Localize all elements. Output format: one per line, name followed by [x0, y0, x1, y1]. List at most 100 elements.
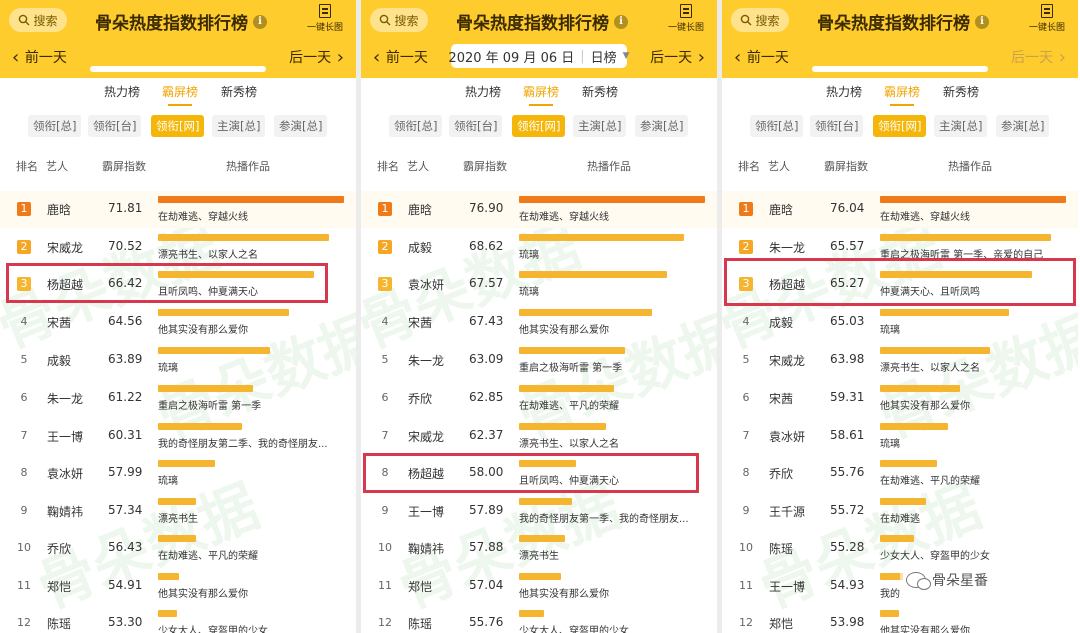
prev-day-button[interactable]: ‹ 前一天	[373, 47, 428, 68]
filter-chip-0[interactable]: 领衔[总]	[750, 115, 804, 137]
table-row[interactable]: 12 陈瑶 53.30 少女大人、穿盔甲的少女	[0, 605, 356, 633]
next-day-button[interactable]: 后一天 ›	[650, 47, 705, 68]
info-icon[interactable]: i	[253, 14, 267, 29]
artist-name[interactable]: 鹿晗	[47, 201, 71, 218]
table-row[interactable]: 6 乔欣 62.85 在劫难逃、平凡的荣耀	[361, 380, 717, 417]
table-row[interactable]: 7 王一博 60.31 我的奇怪朋友第二季、我的奇怪朋友...	[0, 418, 356, 455]
artist-name[interactable]: 王一博	[408, 503, 444, 520]
tab-1[interactable]: 霸屏榜	[523, 84, 559, 110]
filter-chip-2[interactable]: 领衔[网]	[873, 115, 927, 137]
artist-name[interactable]: 袁冰妍	[408, 276, 444, 293]
artist-name[interactable]: 郑恺	[408, 578, 432, 595]
table-row[interactable]: 6 宋茜 59.31 他其实没有那么爱你	[722, 380, 1078, 417]
filter-chip-3[interactable]: 主演[总]	[573, 115, 627, 137]
artist-name[interactable]: 王一博	[769, 578, 805, 595]
artist-name[interactable]: 朱一龙	[769, 239, 805, 256]
info-icon[interactable]: i	[975, 14, 989, 29]
filter-chip-1[interactable]: 领衔[台]	[88, 115, 142, 137]
table-row[interactable]: 6 朱一龙 61.22 重启之极海听雷 第一季	[0, 380, 356, 417]
filter-chip-4[interactable]: 参演[总]	[996, 115, 1050, 137]
tab-1[interactable]: 霸屏榜	[884, 84, 920, 110]
filter-chip-4[interactable]: 参演[总]	[635, 115, 689, 137]
artist-name[interactable]: 鹿晗	[769, 201, 793, 218]
artist-name[interactable]: 朱一龙	[47, 390, 83, 407]
table-row[interactable]: 5 宋威龙 63.98 漂亮书生、以家人之名	[722, 342, 1078, 379]
table-row[interactable]: 2 成毅 68.62 琉璃	[361, 229, 717, 266]
artist-name[interactable]: 乔欣	[769, 465, 793, 482]
filter-chip-0[interactable]: 领衔[总]	[28, 115, 82, 137]
table-row[interactable]: 10 鞠婧祎 57.88 漂亮书生	[361, 530, 717, 567]
date-picker[interactable]	[90, 66, 266, 72]
filter-chip-0[interactable]: 领衔[总]	[389, 115, 443, 137]
search-button[interactable]: 搜索	[731, 8, 789, 32]
artist-name[interactable]: 郑恺	[47, 578, 71, 595]
artist-name[interactable]: 成毅	[408, 239, 432, 256]
info-icon[interactable]: i	[614, 14, 628, 29]
table-row[interactable]: 10 乔欣 56.43 在劫难逃、平凡的荣耀	[0, 530, 356, 567]
filter-chip-1[interactable]: 领衔[台]	[810, 115, 864, 137]
filter-chip-4[interactable]: 参演[总]	[274, 115, 328, 137]
tab-2[interactable]: 新秀榜	[221, 84, 257, 110]
table-row[interactable]: 7 宋威龙 62.37 漂亮书生、以家人之名	[361, 418, 717, 455]
table-row[interactable]: 8 袁冰妍 57.99 琉璃	[0, 455, 356, 492]
tab-2[interactable]: 新秀榜	[943, 84, 979, 110]
next-day-button[interactable]: 后一天 ›	[1011, 47, 1066, 68]
table-row[interactable]: 5 成毅 63.89 琉璃	[0, 342, 356, 379]
table-row[interactable]: 1 鹿晗 76.04 在劫难逃、穿越火线	[722, 191, 1078, 228]
artist-name[interactable]: 宋茜	[47, 314, 71, 331]
artist-name[interactable]: 陈瑶	[47, 615, 71, 632]
table-row[interactable]: 5 朱一龙 63.09 重启之极海听雷 第一季	[361, 342, 717, 379]
artist-name[interactable]: 朱一龙	[408, 352, 444, 369]
table-row[interactable]: 7 袁冰妍 58.61 琉璃	[722, 418, 1078, 455]
next-day-button[interactable]: 后一天 ›	[289, 47, 344, 68]
table-row[interactable]: 9 鞠婧祎 57.34 漂亮书生	[0, 493, 356, 530]
long-image-button[interactable]: 一键长图	[1024, 4, 1070, 33]
filter-chip-2[interactable]: 领衔[网]	[512, 115, 566, 137]
artist-name[interactable]: 袁冰妍	[769, 428, 805, 445]
table-row[interactable]: 4 成毅 65.03 琉璃	[722, 304, 1078, 341]
artist-name[interactable]: 鹿晗	[408, 201, 432, 218]
artist-name[interactable]: 乔欣	[47, 540, 71, 557]
table-row[interactable]: 1 鹿晗 76.90 在劫难逃、穿越火线	[361, 191, 717, 228]
artist-name[interactable]: 鞠婧祎	[47, 503, 83, 520]
artist-name[interactable]: 乔欣	[408, 390, 432, 407]
tab-0[interactable]: 热力榜	[104, 84, 140, 110]
filter-chip-3[interactable]: 主演[总]	[934, 115, 988, 137]
filter-chip-3[interactable]: 主演[总]	[212, 115, 266, 137]
artist-name[interactable]: 宋威龙	[769, 352, 805, 369]
artist-name[interactable]: 成毅	[769, 314, 793, 331]
table-row[interactable]: 2 宋威龙 70.52 漂亮书生、以家人之名	[0, 229, 356, 266]
artist-name[interactable]: 成毅	[47, 352, 71, 369]
table-row[interactable]: 4 宋茜 64.56 他其实没有那么爱你	[0, 304, 356, 341]
search-button[interactable]: 搜索	[370, 8, 428, 32]
filter-chip-2[interactable]: 领衔[网]	[151, 115, 205, 137]
tab-0[interactable]: 热力榜	[826, 84, 862, 110]
tab-0[interactable]: 热力榜	[465, 84, 501, 110]
table-row[interactable]: 1 鹿晗 71.81 在劫难逃、穿越火线	[0, 191, 356, 228]
artist-name[interactable]: 陈瑶	[769, 540, 793, 557]
tab-2[interactable]: 新秀榜	[582, 84, 618, 110]
long-image-button[interactable]: 一键长图	[663, 4, 709, 33]
artist-name[interactable]: 宋茜	[408, 314, 432, 331]
prev-day-button[interactable]: ‹ 前一天	[12, 47, 67, 68]
filter-chip-1[interactable]: 领衔[台]	[449, 115, 503, 137]
long-image-button[interactable]: 一键长图	[302, 4, 348, 33]
artist-name[interactable]: 郑恺	[769, 615, 793, 632]
table-row[interactable]: 4 宋茜 67.43 他其实没有那么爱你	[361, 304, 717, 341]
artist-name[interactable]: 宋威龙	[47, 239, 83, 256]
table-row[interactable]: 12 郑恺 53.98 他其实没有那么爱你	[722, 605, 1078, 633]
artist-name[interactable]: 陈瑶	[408, 615, 432, 632]
table-row[interactable]: 9 王千源 55.72 在劫难逃	[722, 493, 1078, 530]
tab-1[interactable]: 霸屏榜	[162, 84, 198, 110]
table-row[interactable]: 11 郑恺 54.91 他其实没有那么爱你	[0, 568, 356, 605]
date-picker[interactable]	[812, 66, 988, 72]
artist-name[interactable]: 王千源	[769, 503, 805, 520]
table-row[interactable]: 3 袁冰妍 67.57 琉璃	[361, 266, 717, 303]
table-row[interactable]: 12 陈瑶 55.76 少女大人、穿盔甲的少女	[361, 605, 717, 633]
table-row[interactable]: 10 陈瑶 55.28 少女大人、穿盔甲的少女	[722, 530, 1078, 567]
prev-day-button[interactable]: ‹ 前一天	[734, 47, 789, 68]
artist-name[interactable]: 宋茜	[769, 390, 793, 407]
artist-name[interactable]: 宋威龙	[408, 428, 444, 445]
artist-name[interactable]: 袁冰妍	[47, 465, 83, 482]
table-row[interactable]: 11 郑恺 57.04 他其实没有那么爱你	[361, 568, 717, 605]
